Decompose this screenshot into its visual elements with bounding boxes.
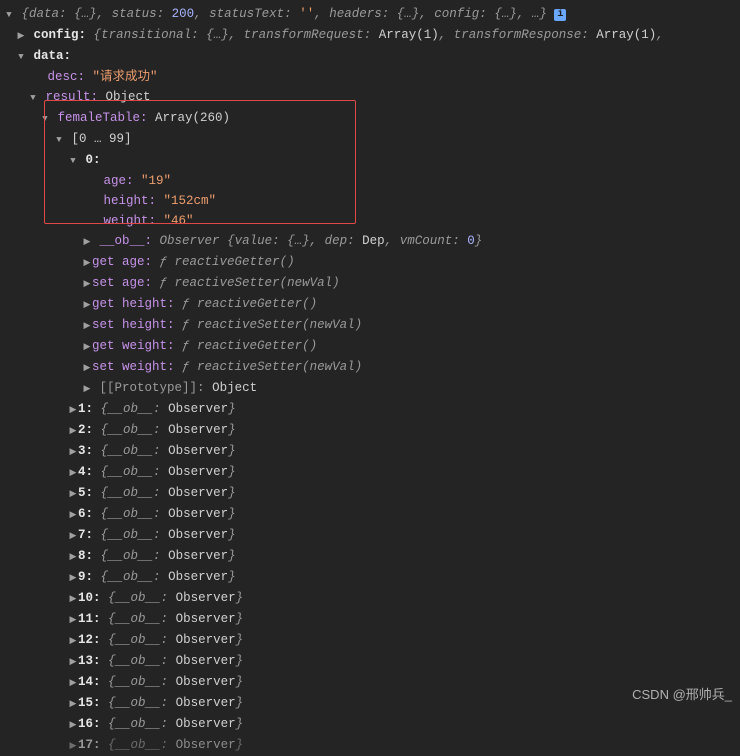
get-weight[interactable]: get weight: ƒ reactiveGetter()	[4, 336, 740, 357]
chevron-right-icon[interactable]	[68, 588, 78, 609]
chevron-down-icon[interactable]	[16, 46, 26, 67]
chevron-right-icon[interactable]	[68, 483, 78, 504]
info-icon[interactable]: i	[554, 9, 566, 21]
chevron-down-icon[interactable]	[4, 4, 14, 25]
array-item-2[interactable]: 2: {__ob__: Observer}	[4, 420, 740, 441]
chevron-down-icon[interactable]	[68, 150, 78, 171]
chevron-down-icon[interactable]	[54, 129, 64, 150]
chevron-right-icon[interactable]	[68, 651, 78, 672]
array-item-16[interactable]: 16: {__ob__: Observer}	[4, 714, 740, 735]
array-item-12[interactable]: 12: {__ob__: Observer}	[4, 630, 740, 651]
watermark: CSDN @邢帅兵_	[632, 685, 732, 705]
chevron-right-icon[interactable]	[82, 336, 92, 357]
array-item-6[interactable]: 6: {__ob__: Observer}	[4, 504, 740, 525]
chevron-right-icon[interactable]	[16, 25, 26, 46]
chevron-right-icon[interactable]	[68, 441, 78, 462]
chevron-right-icon[interactable]	[82, 231, 92, 252]
array-item-13[interactable]: 13: {__ob__: Observer}	[4, 651, 740, 672]
get-height[interactable]: get height: ƒ reactiveGetter()	[4, 294, 740, 315]
prototype-property[interactable]: [[Prototype]]: Object	[4, 378, 740, 399]
ob-property[interactable]: __ob__: Observer {value: {…}, dep: Dep, …	[4, 231, 740, 252]
set-height[interactable]: set height: ƒ reactiveSetter(newVal)	[4, 315, 740, 336]
array-item-5[interactable]: 5: {__ob__: Observer}	[4, 483, 740, 504]
chevron-down-icon[interactable]	[28, 87, 38, 108]
desc-property[interactable]: desc: "请求成功"	[4, 67, 740, 87]
array-item-4[interactable]: 4: {__ob__: Observer}	[4, 462, 740, 483]
chevron-right-icon[interactable]	[68, 420, 78, 441]
data-property[interactable]: data:	[4, 46, 740, 67]
array-item-1[interactable]: 1: {__ob__: Observer}	[4, 399, 740, 420]
chevron-right-icon[interactable]	[68, 462, 78, 483]
chevron-right-icon[interactable]	[68, 714, 78, 735]
get-age[interactable]: get age: ƒ reactiveGetter()	[4, 252, 740, 273]
array-item-7[interactable]: 7: {__ob__: Observer}	[4, 525, 740, 546]
chevron-right-icon[interactable]	[82, 252, 92, 273]
array-chunk-0-99[interactable]: [0 … 99]	[4, 129, 740, 150]
age-property[interactable]: age: "19"	[4, 171, 740, 191]
array-item-0[interactable]: 0:	[4, 150, 740, 171]
array-item-11[interactable]: 11: {__ob__: Observer}	[4, 609, 740, 630]
chevron-right-icon[interactable]	[82, 378, 92, 399]
chevron-right-icon[interactable]	[68, 525, 78, 546]
result-property[interactable]: result: Object	[4, 87, 740, 108]
array-item-3[interactable]: 3: {__ob__: Observer}	[4, 441, 740, 462]
chevron-right-icon[interactable]	[68, 567, 78, 588]
chevron-down-icon[interactable]	[40, 108, 50, 129]
chevron-right-icon[interactable]	[68, 399, 78, 420]
response-summary[interactable]: {data: {…}, status: 200, statusText: '',…	[4, 4, 740, 25]
config-property[interactable]: config: {transitional: {…}, transformReq…	[4, 25, 740, 46]
femaleTable-property[interactable]: femaleTable: Array(260)	[4, 108, 740, 129]
array-item-10[interactable]: 10: {__ob__: Observer}	[4, 588, 740, 609]
array-item-17[interactable]: 17: {__ob__: Observer}	[4, 735, 740, 756]
chevron-right-icon[interactable]	[82, 357, 92, 378]
chevron-right-icon[interactable]	[82, 273, 92, 294]
array-item-8[interactable]: 8: {__ob__: Observer}	[4, 546, 740, 567]
chevron-right-icon[interactable]	[82, 294, 92, 315]
chevron-right-icon[interactable]	[68, 735, 78, 756]
array-item-9[interactable]: 9: {__ob__: Observer}	[4, 567, 740, 588]
array-item-14[interactable]: 14: {__ob__: Observer}	[4, 672, 740, 693]
chevron-right-icon[interactable]	[68, 609, 78, 630]
height-property[interactable]: height: "152cm"	[4, 191, 740, 211]
chevron-right-icon[interactable]	[82, 315, 92, 336]
weight-property[interactable]: weight: "46"	[4, 211, 740, 231]
chevron-right-icon[interactable]	[68, 546, 78, 567]
chevron-right-icon[interactable]	[68, 504, 78, 525]
chevron-right-icon[interactable]	[68, 672, 78, 693]
set-weight[interactable]: set weight: ƒ reactiveSetter(newVal)	[4, 357, 740, 378]
chevron-right-icon[interactable]	[68, 630, 78, 651]
set-age[interactable]: set age: ƒ reactiveSetter(newVal)	[4, 273, 740, 294]
